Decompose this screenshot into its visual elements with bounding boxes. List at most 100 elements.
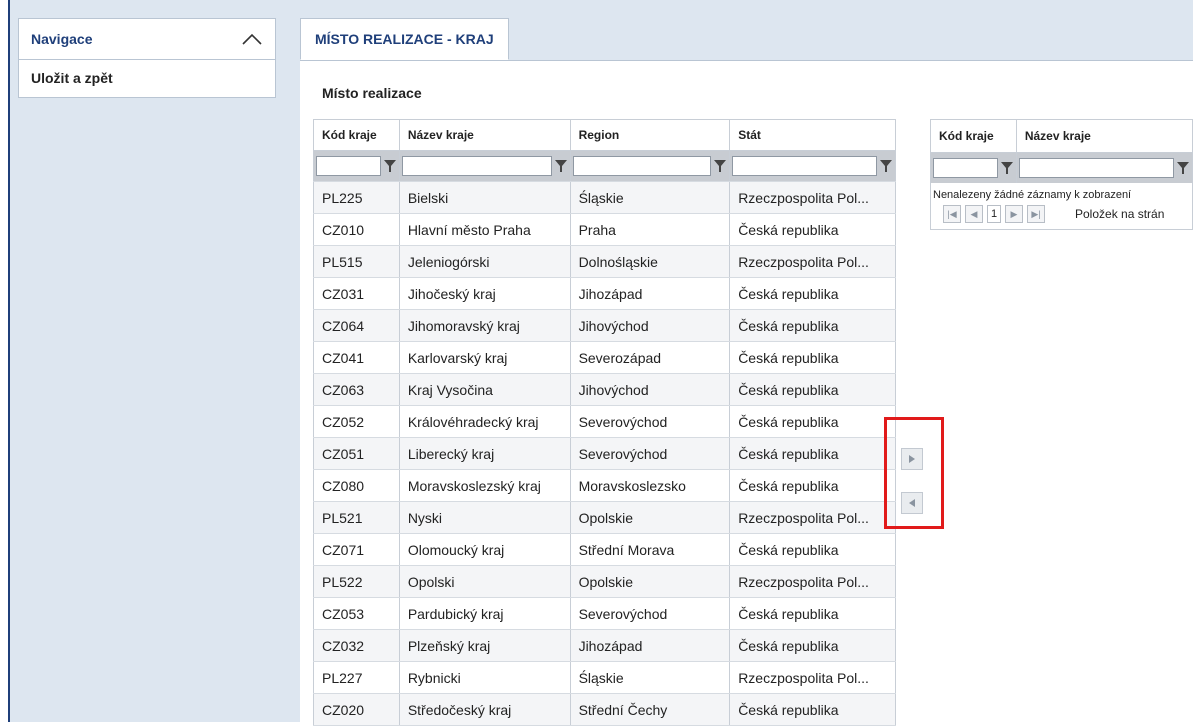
table-cell: Liberecký kraj xyxy=(399,437,571,470)
move-buttons-highlight xyxy=(884,417,944,529)
table-row[interactable]: CZ051 Liberecký kraj Severovýchod Česká rep… xyxy=(313,437,896,470)
available-regions-grid: Kód kraje Název kraje Region Stát PL225 B… xyxy=(313,119,896,726)
table-cell: Opolskie xyxy=(570,501,731,534)
section-title: Místo realizace xyxy=(322,85,422,101)
tab-misto-realizace-kraj[interactable]: MÍSTO REALIZACE - KRAJ xyxy=(300,18,509,60)
column-header-region[interactable]: Region xyxy=(570,119,731,151)
table-cell: Jihočeský kraj xyxy=(399,277,571,310)
table-cell: CZ031 xyxy=(313,277,400,310)
filter-icon[interactable] xyxy=(1000,160,1014,176)
table-row[interactable]: PL522 Opolski Opolskie Rzeczpospolita Pol..… xyxy=(313,565,896,598)
table-cell: PL515 xyxy=(313,245,400,278)
table-row[interactable]: CZ053 Pardubický kraj Severovýchod Česká re… xyxy=(313,597,896,630)
navigation-title: Navigace xyxy=(31,31,93,47)
table-row[interactable]: CZ071 Olomoucký kraj Střední Morava Česká r… xyxy=(313,533,896,566)
table-cell: Jihovýchod xyxy=(570,309,731,342)
table-cell: Česká republika xyxy=(729,309,896,342)
table-cell: Severozápad xyxy=(570,341,731,374)
filter-input[interactable] xyxy=(732,156,877,176)
column-header-nazev-kraje[interactable]: Název kraje xyxy=(1016,119,1193,153)
empty-message: Nenalezeny žádné záznamy k zobrazení xyxy=(933,189,1132,201)
table-cell: Opolski xyxy=(399,565,571,598)
table-cell: Dolnośląskie xyxy=(570,245,731,278)
table-cell: CZ020 xyxy=(313,693,400,726)
next-page-button[interactable]: ▶ xyxy=(1005,205,1023,223)
table-cell: Střední Morava xyxy=(570,533,731,566)
table-row[interactable]: CZ041 Karlovarský kraj Severozápad Česká re… xyxy=(313,341,896,374)
filter-icon[interactable] xyxy=(554,158,568,174)
table-cell: Rzeczpospolita Pol... xyxy=(729,245,896,278)
table-cell: CZ071 xyxy=(313,533,400,566)
table-cell: CZ080 xyxy=(313,469,400,502)
filter-cell xyxy=(399,150,571,182)
table-cell: Jihovýchod xyxy=(570,373,731,406)
table-row[interactable]: CZ064 Jihomoravský kraj Jihovýchod Česká re… xyxy=(313,309,896,342)
navigation-panel: Navigace Uložit a zpět xyxy=(18,18,276,98)
table-cell: Nyski xyxy=(399,501,571,534)
column-header-kod-kraje[interactable]: Kód kraje xyxy=(313,119,400,151)
table-cell: Česká republika xyxy=(729,213,896,246)
filter-input[interactable] xyxy=(316,156,381,176)
navigation-header[interactable]: Navigace xyxy=(19,19,275,60)
filter-input[interactable] xyxy=(1018,158,1174,178)
table-cell: Moravskoslezský kraj xyxy=(399,469,571,502)
filter-icon[interactable] xyxy=(383,158,397,174)
table-row[interactable]: CZ031 Jihočeský kraj Jihozápad Česká republ… xyxy=(313,277,896,310)
filter-input[interactable] xyxy=(401,156,552,176)
table-row[interactable]: CZ052 Královéhradecký kraj Severovýchod Čes… xyxy=(313,405,896,438)
table-cell: Česká republika xyxy=(729,405,896,438)
filter-input[interactable] xyxy=(933,158,998,178)
table-cell: Rzeczpospolita Pol... xyxy=(729,501,896,534)
table-cell: PL522 xyxy=(313,565,400,598)
table-cell: Rybnicki xyxy=(399,661,571,694)
table-cell: CZ064 xyxy=(313,309,400,342)
filter-icon[interactable] xyxy=(713,158,727,174)
table-cell: PL227 xyxy=(313,661,400,694)
tab-content: Místo realizace Kód kraje Název kraje Re… xyxy=(300,61,1193,726)
table-row[interactable]: CZ032 Plzeňský kraj Jihozápad Česká republi… xyxy=(313,629,896,662)
table-cell: Jihozápad xyxy=(570,277,731,310)
table-cell: CZ032 xyxy=(313,629,400,662)
table-row[interactable]: CZ063 Kraj Vysočina Jihovýchod Česká republ… xyxy=(313,373,896,406)
filter-icon[interactable] xyxy=(879,158,893,174)
table-cell: Rzeczpospolita Pol... xyxy=(729,661,896,694)
table-cell: Severovýchod xyxy=(570,597,731,630)
tab-bar: MÍSTO REALIZACE - KRAJ xyxy=(300,18,1193,61)
column-header-kod-kraje[interactable]: Kód kraje xyxy=(930,119,1017,153)
last-page-button[interactable]: ▶| xyxy=(1027,205,1045,223)
table-cell: CZ053 xyxy=(313,597,400,630)
table-cell: PL225 xyxy=(313,181,400,214)
table-row[interactable]: CZ010 Hlavní město Praha Praha Česká republ… xyxy=(313,213,896,246)
filter-row xyxy=(313,150,896,182)
column-header-nazev-kraje[interactable]: Název kraje xyxy=(399,119,571,151)
chevron-up-icon[interactable] xyxy=(241,32,263,46)
main-area: MÍSTO REALIZACE - KRAJ Místo realizace K… xyxy=(300,18,1193,726)
pager: |◀ ◀ 1 ▶ ▶| Položek na strán xyxy=(931,205,1192,229)
prev-page-button[interactable]: ◀ xyxy=(965,205,983,223)
table-cell: Česká republika xyxy=(729,373,896,406)
table-row[interactable]: PL225 Bielski Śląskie Rzeczpospolita Pol... xyxy=(313,181,896,214)
table-row[interactable]: PL521 Nyski Opolskie Rzeczpospolita Pol... xyxy=(313,501,896,534)
grid-body: PL225 Bielski Śląskie Rzeczpospolita Pol...… xyxy=(313,181,896,726)
table-cell: Česká republika xyxy=(729,533,896,566)
filter-input[interactable] xyxy=(572,156,712,176)
table-cell: Severovýchod xyxy=(570,405,731,438)
table-cell: Středočeský kraj xyxy=(399,693,571,726)
filter-cell xyxy=(930,152,1017,183)
table-cell: Karlovarský kraj xyxy=(399,341,571,374)
filter-icon[interactable] xyxy=(1176,160,1190,176)
first-page-button[interactable]: |◀ xyxy=(943,205,961,223)
column-header-stat[interactable]: Stát xyxy=(729,119,896,151)
table-row[interactable]: CZ080 Moravskoslezský kraj Moravskoslezsko… xyxy=(313,469,896,502)
table-cell: Praha xyxy=(570,213,731,246)
move-left-button[interactable] xyxy=(901,492,923,514)
table-row[interactable]: CZ020 Středočeský kraj Střední Čechy Česká … xyxy=(313,693,896,726)
move-right-button[interactable] xyxy=(901,448,923,470)
table-cell: CZ063 xyxy=(313,373,400,406)
table-row[interactable]: PL515 Jeleniogórski Dolnośląskie Rzeczpospo… xyxy=(313,245,896,278)
page-number[interactable]: 1 xyxy=(987,205,1001,223)
nav-item-save-and-back[interactable]: Uložit a zpět xyxy=(19,60,275,96)
table-cell: PL521 xyxy=(313,501,400,534)
filter-cell xyxy=(313,150,400,182)
table-row[interactable]: PL227 Rybnicki Śląskie Rzeczpospolita Pol..… xyxy=(313,661,896,694)
